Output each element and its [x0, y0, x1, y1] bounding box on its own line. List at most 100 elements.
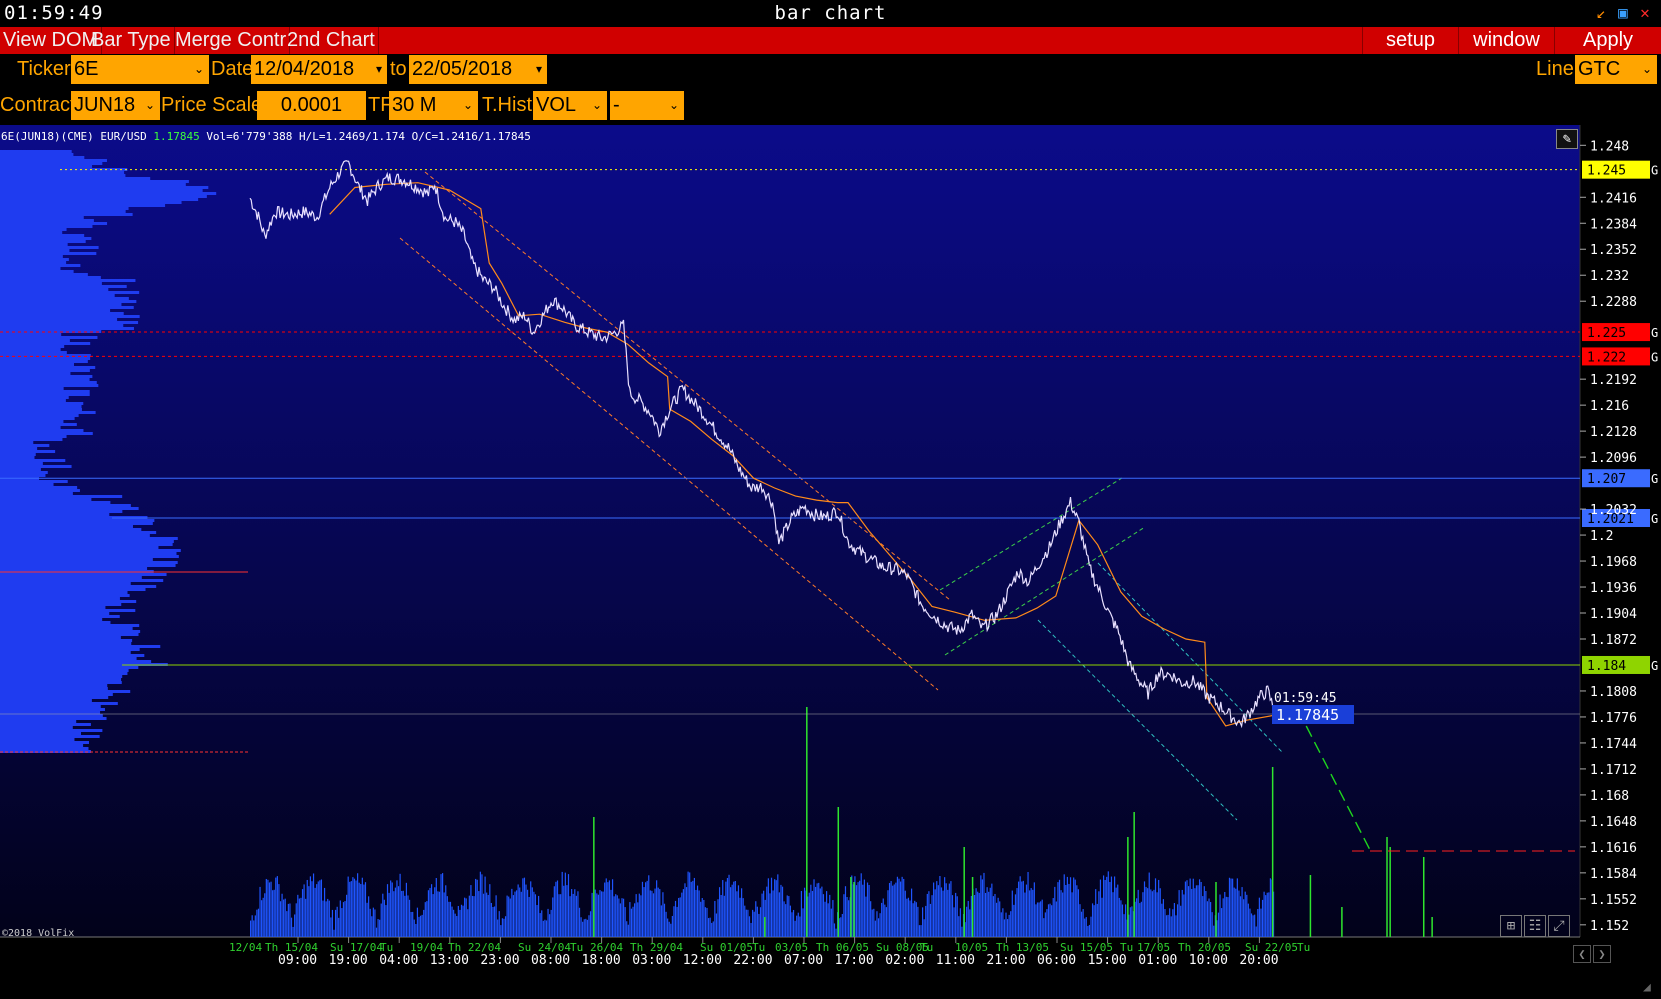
maximize-icon[interactable]: ▣ — [1614, 4, 1632, 22]
date-from-field[interactable]: 12/04/2018 ▾ — [251, 55, 387, 84]
pencil-icon[interactable]: ✎ — [1556, 129, 1578, 149]
volume-bar — [1224, 891, 1226, 937]
time-axis-time-label: 09:00 — [278, 953, 317, 968]
profile-bar — [0, 585, 157, 588]
profile-bar — [0, 264, 81, 267]
scroll-right-icon[interactable]: ❯ — [1593, 945, 1611, 963]
apply-button[interactable]: Apply — [1554, 27, 1661, 54]
volume-bar — [309, 876, 312, 937]
volume-bar — [1011, 890, 1013, 937]
tf-select[interactable]: 30 M ⌄ — [389, 91, 478, 120]
volume-bar — [482, 893, 485, 937]
volume-bar — [275, 877, 277, 937]
volume-bar — [267, 879, 269, 937]
volume-bar — [936, 881, 938, 937]
volume-bar — [558, 894, 560, 937]
menu-2nd-chart[interactable]: 2nd Chart — [284, 27, 379, 54]
menu-view-dom[interactable]: View DOM — [0, 27, 103, 54]
volume-bar — [1194, 888, 1196, 937]
line-select[interactable]: GTC ⌄ — [1575, 55, 1657, 84]
fullscreen-icon[interactable]: ⤢ — [1548, 915, 1570, 937]
thist-label: T.Hist — [482, 94, 532, 116]
volume-bar — [616, 895, 618, 937]
volume-bar — [904, 890, 906, 937]
volume-bar — [553, 886, 555, 937]
volume-bar — [353, 878, 356, 937]
level-tag-label: 1.184 — [1587, 659, 1626, 674]
volume-bar — [767, 878, 769, 937]
volume-bar — [407, 895, 409, 937]
resize-grip-icon[interactable]: ◢ — [1643, 980, 1659, 996]
volume-bar — [933, 882, 935, 937]
volume-bar — [920, 925, 922, 937]
profile-bar — [0, 618, 103, 621]
volume-bar — [744, 905, 746, 937]
menu-bar-type[interactable]: Bar Type — [88, 27, 175, 54]
last-price: 1.17845 — [153, 130, 200, 143]
volume-bar — [1205, 891, 1207, 937]
volume-bar — [1265, 895, 1267, 937]
profile-bar — [0, 351, 67, 354]
volume-bar — [1228, 877, 1231, 937]
volume-bar — [868, 884, 870, 937]
profile-bar — [0, 234, 85, 237]
contract-select[interactable]: JUN18 ⌄ — [71, 91, 160, 120]
volume-bar — [394, 887, 396, 937]
volume-bar — [429, 887, 431, 937]
volume-bar — [1014, 894, 1017, 937]
setup-button[interactable]: setup — [1362, 27, 1458, 54]
profile-bar — [0, 453, 36, 456]
menu-merge-contr[interactable]: Merge Contr — [172, 27, 291, 54]
volume-bar — [544, 919, 546, 937]
volume-bar — [1052, 898, 1054, 937]
profile-bar — [0, 165, 93, 168]
profile-bar — [0, 741, 89, 744]
volume-bar — [377, 919, 379, 937]
volume-bar — [770, 877, 773, 937]
ticker-value: 6E — [74, 58, 99, 80]
date-to-field[interactable]: 22/05/2018 ▾ — [409, 55, 547, 84]
profile-bar — [0, 513, 110, 516]
price-scale-field[interactable]: 0.0001 — [257, 91, 366, 120]
current-price-tag: 1.17845 — [1272, 705, 1354, 724]
price-tick-label: 1.1872 — [1590, 633, 1637, 648]
volume-bar — [486, 892, 488, 937]
volume-bar — [1147, 888, 1149, 937]
volume-bar — [899, 881, 902, 937]
volume-bar — [909, 900, 911, 937]
volume-spike-bar — [1386, 837, 1388, 937]
volume-bar — [427, 890, 430, 937]
profile-bar — [0, 519, 155, 522]
volume-bar — [756, 906, 758, 937]
window-button[interactable]: window — [1458, 27, 1554, 54]
scroll-left-icon[interactable]: ❮ — [1573, 945, 1591, 963]
layout-icon[interactable]: ☷ — [1524, 915, 1546, 937]
volume-bar — [1260, 908, 1262, 937]
profile-bar — [0, 597, 120, 600]
volume-bar — [327, 898, 329, 937]
time-axis-time-label: 22:00 — [733, 953, 772, 968]
time-axis-labels: 12/04 Th 15/04 Su 17/04Tu 19/04 Th 22/04 Su 2… — [229, 937, 1310, 968]
volume-bar — [549, 914, 551, 937]
volume-bar — [689, 872, 691, 937]
profile-bar — [0, 288, 109, 291]
volume-bar — [741, 888, 743, 937]
ticker-select[interactable]: 6E ⌄ — [71, 55, 209, 84]
price-chart[interactable]: 1.245 G1.225 G1.222 G1.207 G1.2021 G1.184 G 1.… — [0, 125, 1661, 999]
volume-bar — [457, 905, 459, 937]
contract-value: JUN18 — [74, 94, 136, 116]
minimize-icon[interactable]: ↙ — [1592, 4, 1610, 22]
thist-select[interactable]: VOL ⌄ — [533, 91, 607, 120]
volume-bar — [833, 923, 836, 937]
grid-icon[interactable]: ⊞ — [1500, 915, 1522, 937]
volume-bar — [462, 905, 464, 937]
profile-bar — [0, 456, 35, 459]
volume-bar — [375, 927, 378, 937]
volume-bar — [967, 900, 969, 937]
close-icon[interactable]: ✕ — [1636, 4, 1654, 22]
profile-bar — [0, 450, 56, 453]
profile-bar — [0, 342, 91, 345]
extra-select[interactable]: - ⌄ — [610, 91, 684, 120]
profile-bar — [0, 552, 177, 555]
profile-bar — [0, 273, 88, 276]
